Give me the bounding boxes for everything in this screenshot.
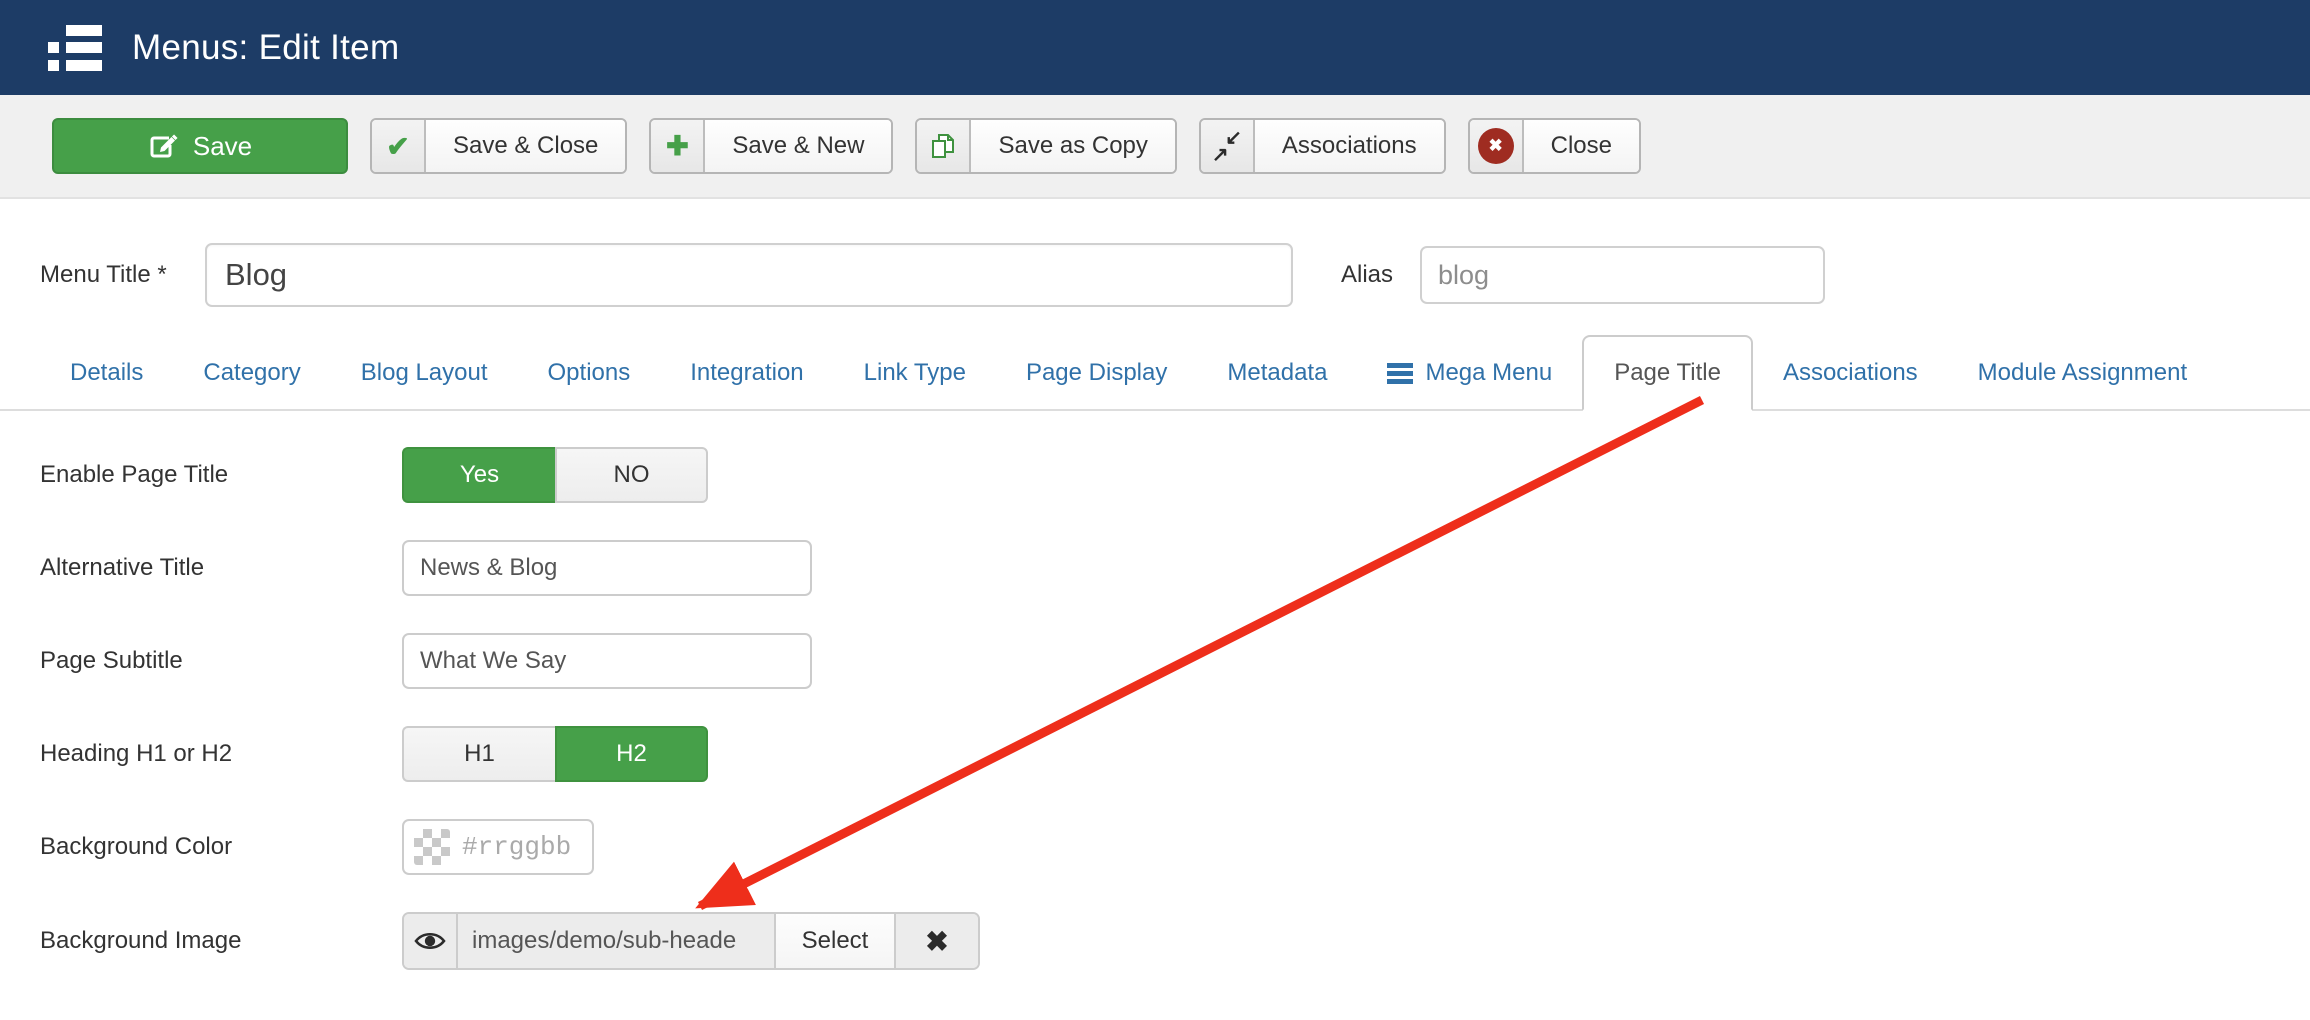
page-subtitle-label: Page Subtitle <box>40 647 183 674</box>
enable-page-title-label: Enable Page Title <box>40 461 229 488</box>
background-image-row: Background Image images/demo/sub-heade S… <box>40 912 2310 970</box>
tab-category[interactable]: Category <box>173 337 330 409</box>
save-new-label: Save & New <box>705 120 892 172</box>
check-icon: ✔ <box>386 130 410 162</box>
tab-bar: Details Category Blog Layout Options Int… <box>0 335 2310 411</box>
preview-button[interactable] <box>404 914 456 968</box>
tab-mega-menu[interactable]: Mega Menu <box>1357 337 1582 409</box>
save-button-label: Save <box>192 130 253 161</box>
background-image-path[interactable]: images/demo/sub-heade <box>456 914 774 968</box>
tab-module-assignment[interactable]: Module Assignment <box>1948 337 2217 409</box>
page-subtitle-input[interactable] <box>402 633 812 689</box>
associations-label: Associations <box>1254 120 1444 172</box>
save-close-label: Save & Close <box>426 120 626 172</box>
background-color-label: Background Color <box>40 833 233 860</box>
transparency-checker-swatch <box>414 829 450 865</box>
save-as-copy-label: Save as Copy <box>971 120 1175 172</box>
tab-options[interactable]: Options <box>518 337 661 409</box>
save-new-button[interactable]: ✚ Save & New <box>649 118 894 174</box>
background-image-group: images/demo/sub-heade Select ✖ <box>402 912 980 970</box>
background-color-field[interactable] <box>462 832 578 862</box>
toggle-h2-button[interactable]: H2 <box>555 726 708 782</box>
enable-page-title-row: Enable Page Title Yes NO <box>40 447 2310 503</box>
tab-associations[interactable]: Associations <box>1753 337 1948 409</box>
menus-list-icon <box>48 24 102 71</box>
enable-page-title-toggle: Yes NO <box>402 447 708 503</box>
background-color-input[interactable] <box>402 819 594 875</box>
menu-title-label: Menu Title * <box>40 261 167 288</box>
alternative-title-row: Alternative Title <box>40 540 2310 596</box>
alternative-title-input[interactable] <box>402 540 812 596</box>
title-row: Menu Title * Alias <box>40 243 2310 307</box>
tab-link-type[interactable]: Link Type <box>834 337 996 409</box>
tab-page-title[interactable]: Page Title <box>1582 335 1753 411</box>
toggle-yes-button[interactable]: Yes <box>402 447 555 503</box>
tab-blog-layout[interactable]: Blog Layout <box>331 337 518 409</box>
app-header: Menus: Edit Item <box>0 0 2310 95</box>
tab-page-display[interactable]: Page Display <box>996 337 1197 409</box>
alias-input[interactable] <box>1420 246 1826 304</box>
clear-image-button[interactable]: ✖ <box>894 914 978 968</box>
heading-label: Heading H1 or H2 <box>40 740 233 767</box>
page-subtitle-row: Page Subtitle <box>40 633 2310 689</box>
contract-icon: ↙ ↗ <box>1211 127 1242 166</box>
page-title-panel: Enable Page Title Yes NO Alternative Tit… <box>0 411 2310 970</box>
tab-metadata[interactable]: Metadata <box>1197 337 1357 409</box>
heading-toggle: H1 H2 <box>402 726 708 782</box>
save-as-copy-button[interactable]: Save as Copy <box>915 118 1177 174</box>
toggle-h1-button[interactable]: H1 <box>402 726 555 782</box>
background-color-row: Background Color <box>40 819 2310 875</box>
background-image-label: Background Image <box>40 927 242 954</box>
associations-button[interactable]: ↙ ↗ Associations <box>1198 118 1446 174</box>
heading-row: Heading H1 or H2 H1 H2 <box>40 726 2310 782</box>
toolbar: Save ✔ Save & Close ✚ Save & New Save as… <box>0 95 2310 199</box>
close-circle-icon: ✖ <box>1477 128 1514 164</box>
menu-title-input[interactable] <box>205 243 1293 307</box>
plus-icon: ✚ <box>666 130 689 161</box>
close-label: Close <box>1523 120 1639 172</box>
select-image-button[interactable]: Select <box>774 914 894 968</box>
toggle-no-button[interactable]: NO <box>555 447 708 503</box>
eye-icon <box>414 932 446 950</box>
save-edit-icon <box>150 134 178 158</box>
copy-icon <box>932 134 955 158</box>
save-close-button[interactable]: ✔ Save & Close <box>370 118 628 174</box>
save-button[interactable]: Save <box>52 118 348 174</box>
alternative-title-label: Alternative Title <box>40 554 205 581</box>
tab-mega-menu-label: Mega Menu <box>1425 359 1553 386</box>
close-button[interactable]: ✖ Close <box>1467 118 1641 174</box>
alias-label: Alias <box>1341 261 1394 288</box>
menu-bars-icon <box>1387 363 1414 384</box>
page-title: Menus: Edit Item <box>132 27 400 67</box>
tab-integration[interactable]: Integration <box>660 337 833 409</box>
tab-details[interactable]: Details <box>40 337 173 409</box>
